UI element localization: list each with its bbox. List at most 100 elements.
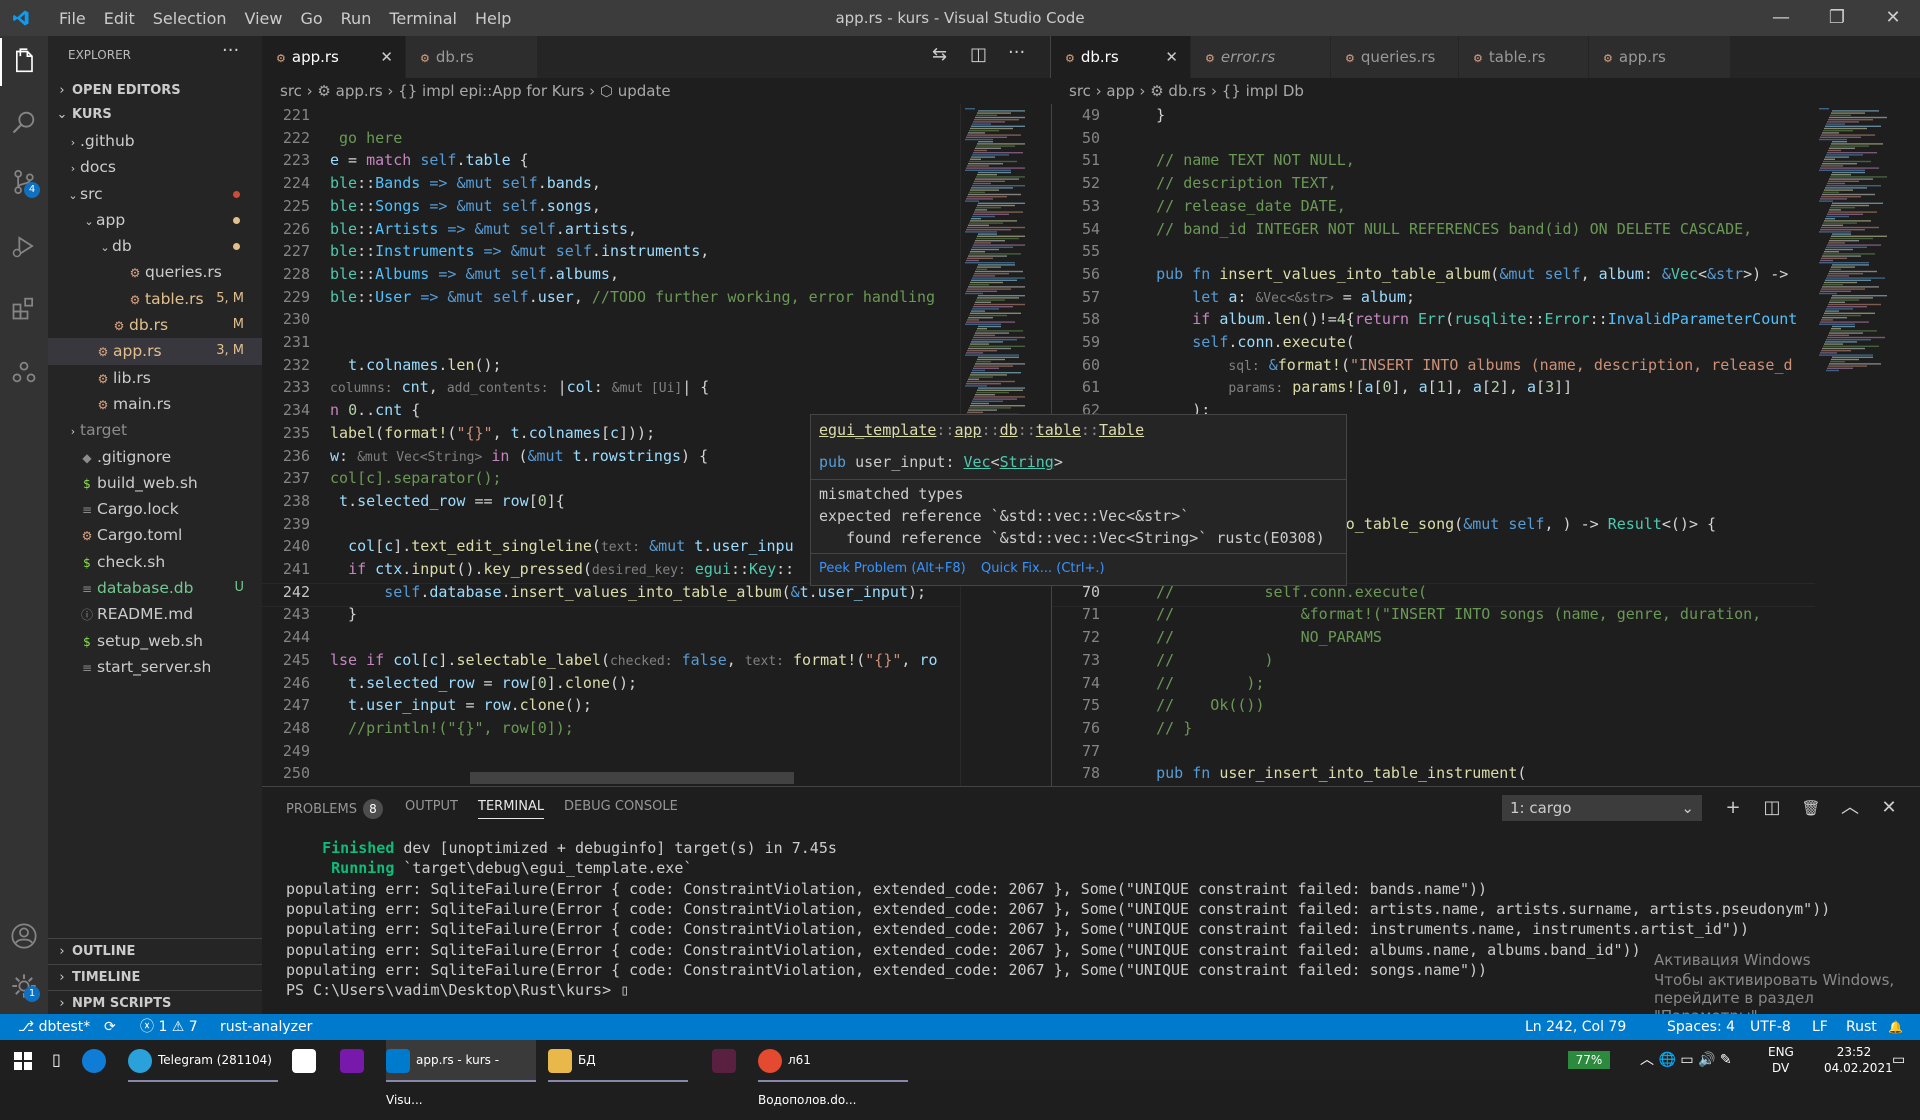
- tree-item[interactable]: ⓘ README.md: [48, 601, 262, 627]
- start-button[interactable]: [14, 1040, 32, 1080]
- end-of-line[interactable]: LF: [1812, 1014, 1828, 1040]
- bell-icon[interactable]: 🔔: [1888, 1014, 1903, 1040]
- code-line[interactable]: col[c].text_edit_singleline(text: &mut t…: [330, 537, 794, 555]
- code-line[interactable]: ble::Artists => &mut self.artists,: [330, 220, 637, 238]
- tree-item[interactable]: ≡ database.db U: [48, 575, 262, 601]
- menu-edit[interactable]: Edit: [95, 9, 144, 28]
- encoding[interactable]: UTF-8: [1750, 1014, 1791, 1040]
- maximize-panel-icon[interactable]: ︿: [1835, 793, 1865, 823]
- input-language[interactable]: ENG: [1768, 1044, 1794, 1060]
- firefox-taskbar-item[interactable]: л61 Водополов.do...: [758, 1040, 908, 1107]
- tree-item[interactable]: ⌄ db: [48, 233, 262, 259]
- indentation[interactable]: Spaces: 4: [1667, 1014, 1735, 1040]
- right-tab-app-rs[interactable]: ⚙ app.rs: [1589, 36, 1731, 78]
- tree-item[interactable]: › target: [48, 417, 262, 443]
- manage-activity[interactable]: 1: [0, 962, 48, 1010]
- battery-indicator[interactable]: 77%: [1568, 1051, 1610, 1069]
- tab-problems[interactable]: PROBLEMS 8: [286, 799, 383, 819]
- code-line[interactable]: ble::Instruments => &mut self.instrument…: [330, 242, 709, 260]
- minimize-button[interactable]: —: [1758, 0, 1804, 36]
- code-line[interactable]: //println!("{}", row[0]);: [330, 719, 574, 737]
- tree-item[interactable]: ≡ Cargo.lock: [48, 496, 262, 522]
- code-line[interactable]: t.colnames.len();: [330, 356, 502, 374]
- code-line[interactable]: t.selected_row = row[0].clone();: [330, 674, 637, 692]
- tree-item[interactable]: ⚙ main.rs: [48, 391, 262, 417]
- menu-file[interactable]: File: [50, 9, 95, 28]
- tree-item[interactable]: $ build_web.sh: [48, 470, 262, 496]
- left-tab-app-rs[interactable]: ⚙ app.rs ✕: [262, 36, 406, 78]
- split-terminal-icon[interactable]: ◫: [1757, 793, 1787, 823]
- code-line[interactable]: params: params![a[0], a[1], a[2], a[3]]: [1120, 378, 1572, 396]
- explorer-activity[interactable]: [0, 38, 48, 86]
- npm-scripts-section[interactable]: › NPM SCRIPTS: [48, 990, 262, 1017]
- notifications-icon[interactable]: ▭: [1892, 1040, 1905, 1080]
- trash-icon[interactable]: 🗑: [1796, 793, 1826, 823]
- code-line[interactable]: // }: [1120, 719, 1192, 737]
- problems-status[interactable]: ⓧ 1 ⚠ 7: [140, 1014, 198, 1040]
- tree-item[interactable]: ◆ .gitignore: [48, 444, 262, 470]
- accounts-activity[interactable]: [0, 912, 48, 960]
- tree-item[interactable]: $ check.sh: [48, 549, 262, 575]
- right-breadcrumb[interactable]: src › app › ⚙ db.rs › {} impl Db: [1051, 78, 1920, 104]
- code-line[interactable]: n 0..cnt {: [330, 401, 420, 419]
- code-line[interactable]: // ): [1120, 651, 1273, 669]
- app-l-taskbar-icon[interactable]: [292, 1040, 322, 1080]
- explorer-more-button[interactable]: ···: [222, 40, 239, 61]
- tree-item[interactable]: ⚙ Cargo.toml: [48, 522, 262, 548]
- rust-analyzer-status[interactable]: rust-analyzer: [220, 1014, 312, 1040]
- tab-output[interactable]: OUTPUT: [405, 799, 458, 814]
- code-line[interactable]: // &format!("INSERT INTO songs (name, ge…: [1120, 605, 1761, 623]
- outline-section[interactable]: › OUTLINE: [48, 938, 262, 965]
- sync-icon[interactable]: ⟳: [104, 1014, 116, 1040]
- code-line[interactable]: }: [1120, 106, 1165, 124]
- code-line[interactable]: e = match self.table {: [330, 151, 529, 169]
- input-layout[interactable]: DV: [1772, 1060, 1789, 1076]
- clock-date[interactable]: 04.02.2021: [1824, 1060, 1893, 1076]
- onenote-taskbar-icon[interactable]: [340, 1040, 370, 1080]
- left-breadcrumb[interactable]: src › ⚙ app.rs › {} impl epi::App for Ku…: [262, 78, 1050, 104]
- left-tab-db-rs[interactable]: ⚙ db.rs: [406, 36, 538, 78]
- workspace-root-section[interactable]: ⌄ KURS: [48, 102, 262, 128]
- edge-taskbar-icon[interactable]: [82, 1040, 112, 1080]
- tree-item[interactable]: ⚙ db.rs M: [48, 312, 262, 338]
- clock-time[interactable]: 23:52: [1826, 1044, 1882, 1060]
- telegram-taskbar-item[interactable]: Telegram (281104): [128, 1040, 278, 1082]
- menu-go[interactable]: Go: [291, 9, 331, 28]
- quick-fix-link[interactable]: Quick Fix... (Ctrl+.): [981, 561, 1105, 576]
- code-line[interactable]: if ctx.input().key_pressed(desired_key: …: [330, 560, 794, 578]
- code-line[interactable]: // NO_PARAMS: [1120, 628, 1382, 646]
- app-dark-taskbar-icon[interactable]: [712, 1040, 742, 1080]
- code-line[interactable]: ble::Songs => &mut self.songs,: [330, 197, 601, 215]
- code-line[interactable]: if album.len()!=4{return Err(rusqlite::E…: [1120, 310, 1797, 328]
- code-line[interactable]: sql: &format!("INSERT INTO albums (name,…: [1120, 356, 1792, 374]
- code-line[interactable]: label(format!("{}", t.colnames[c]));: [330, 424, 655, 442]
- tree-item[interactable]: ≡ start_server.sh: [48, 654, 262, 680]
- menu-selection[interactable]: Selection: [144, 9, 236, 28]
- code-line[interactable]: // description TEXT,: [1120, 174, 1337, 192]
- tree-item[interactable]: › .github: [48, 128, 262, 154]
- tree-item[interactable]: ⌄ src: [48, 181, 262, 207]
- code-line[interactable]: go here: [330, 129, 402, 147]
- tree-item[interactable]: ⚙ lib.rs: [48, 365, 262, 391]
- code-line[interactable]: t.user_input = row.clone();: [330, 696, 592, 714]
- terminal-select[interactable]: 1: cargo ⌄: [1502, 795, 1702, 821]
- code-line[interactable]: ble::Bands => &mut self.bands,: [330, 174, 601, 192]
- git-branch[interactable]: ⎇ dbtest*: [18, 1014, 90, 1040]
- language-mode[interactable]: Rust: [1846, 1014, 1877, 1040]
- maximize-button[interactable]: ❐: [1814, 0, 1860, 36]
- code-line[interactable]: // name TEXT NOT NULL,: [1120, 151, 1355, 169]
- peek-problem-link[interactable]: Peek Problem (Alt+F8): [819, 561, 966, 576]
- code-line[interactable]: let a: &Vec<&str> = album;: [1120, 288, 1415, 306]
- tree-item[interactable]: $ setup_web.sh: [48, 628, 262, 654]
- split-editor-icon[interactable]: ◫: [970, 44, 987, 65]
- scm-activity[interactable]: 4: [0, 158, 48, 206]
- right-tab-db-rs[interactable]: ⚙ db.rs ✕: [1051, 36, 1191, 78]
- code-line[interactable]: pub fn user_insert_into_table_instrument…: [1120, 764, 1526, 782]
- close-window-button[interactable]: ✕: [1870, 0, 1916, 36]
- tree-item[interactable]: › docs: [48, 154, 262, 180]
- timeline-section[interactable]: › TIMELINE: [48, 964, 262, 991]
- tree-item[interactable]: ⚙ queries.rs: [48, 259, 262, 285]
- code-line[interactable]: w: &mut Vec<String> in (&mut t.rowstring…: [330, 447, 708, 465]
- open-editors-section[interactable]: › OPEN EDITORS: [48, 78, 262, 104]
- close-tab-icon[interactable]: ✕: [1165, 36, 1178, 78]
